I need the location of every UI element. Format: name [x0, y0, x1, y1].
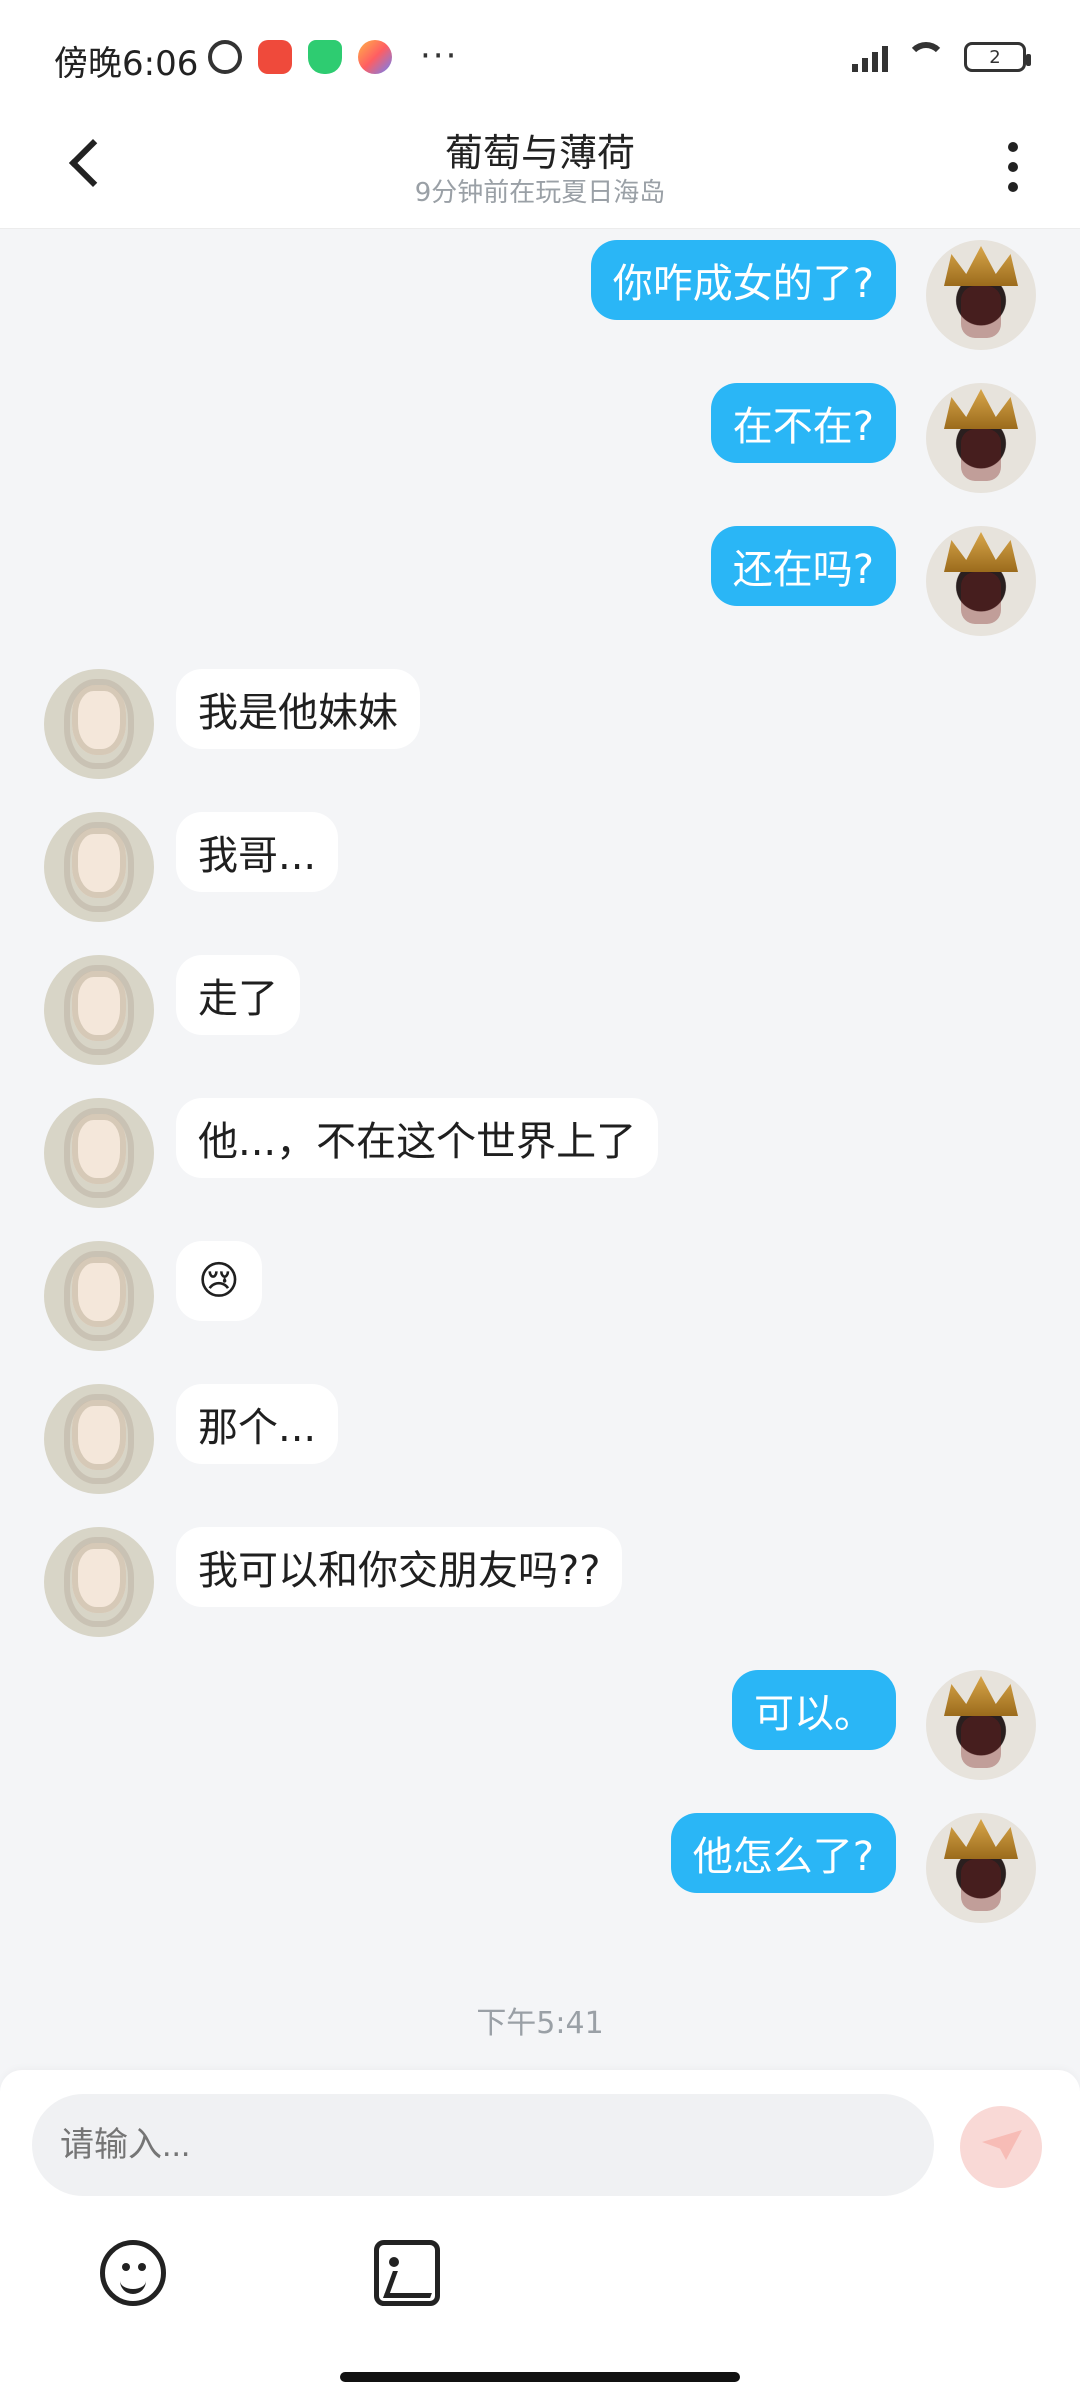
chat-message: 😢 [0, 1241, 1080, 1351]
message-bubble[interactable]: 我可以和你交朋友吗?? [176, 1527, 623, 1607]
message-bubble[interactable]: 我哥... [176, 812, 339, 892]
contact-avatar-icon[interactable] [44, 1527, 154, 1637]
message-bubble[interactable]: 他...，不在这个世界上了 [176, 1098, 659, 1178]
chat-message: 在不在? [0, 383, 1080, 493]
chat-message: 他怎么了? [0, 1813, 1080, 1923]
message-bubble[interactable]: 走了 [176, 955, 300, 1035]
message-bubble[interactable]: 可以。 [732, 1670, 896, 1750]
chat-message: 还在吗? [0, 526, 1080, 636]
chat-message: 他...，不在这个世界上了 [0, 1098, 1080, 1208]
user-avatar-icon[interactable] [926, 240, 1036, 350]
game-center-icon [358, 40, 392, 74]
chat-message: 可以。 [0, 1670, 1080, 1780]
status-time: 傍晚6:06 [54, 44, 199, 84]
message-bubble[interactable]: 😢 [176, 1241, 262, 1321]
chat-message: 我是他妹妹 [0, 669, 1080, 779]
battery-level: 2 [989, 46, 1001, 68]
user-avatar-icon[interactable] [926, 383, 1036, 493]
contact-avatar-icon[interactable] [44, 669, 154, 779]
home-indicator[interactable] [340, 2372, 740, 2382]
kebab-menu-icon[interactable] [1002, 138, 1026, 198]
chat-timestamp: 下午5:41 [476, 2006, 604, 2041]
user-avatar-icon[interactable] [926, 1813, 1036, 1923]
chat-message: 我哥... [0, 812, 1080, 922]
alarm-icon [208, 40, 242, 74]
emoji-icon[interactable] [100, 2240, 166, 2306]
chat-message: 你咋成女的了? [0, 240, 1080, 350]
status-left-icons [208, 40, 392, 74]
message-bubble[interactable]: 你咋成女的了? [590, 240, 896, 320]
message-bubble[interactable]: 在不在? [710, 383, 896, 463]
status-right-icons: 2 [852, 42, 1031, 72]
chat-message: 走了 [0, 955, 1080, 1065]
contact-avatar-icon[interactable] [44, 812, 154, 922]
message-bubble[interactable]: 还在吗? [710, 526, 896, 606]
user-avatar-icon[interactable] [926, 1670, 1036, 1780]
chat-header: 葡萄与薄荷 9分钟前在玩夏日海岛 [0, 120, 1080, 229]
signal-hd-icon [852, 42, 888, 72]
composer [0, 2070, 1080, 2400]
message-bubble[interactable]: 他怎么了? [670, 1813, 896, 1893]
send-icon[interactable] [960, 2106, 1042, 2188]
contact-avatar-icon[interactable] [44, 1241, 154, 1351]
message-bubble[interactable]: 那个... [176, 1384, 339, 1464]
contact-avatar-icon[interactable] [44, 1384, 154, 1494]
contact-avatar-icon[interactable] [44, 1098, 154, 1208]
security-shield-icon [308, 40, 342, 74]
contact-avatar-icon[interactable] [44, 955, 154, 1065]
user-avatar-icon[interactable] [926, 526, 1036, 636]
notification-app-icon [258, 40, 292, 74]
message-bubble[interactable]: 我是他妹妹 [176, 669, 420, 749]
battery-icon: 2 [964, 42, 1031, 72]
page-subtitle: 9分钟前在玩夏日海岛 [414, 178, 666, 208]
chat-list: 你咋成女的了? 在不在? 还在吗? 我是他妹妹 我哥... 走了 他...，不在… [0, 230, 1080, 2070]
status-bar: 傍晚6:06 ··· 2 [0, 0, 1080, 120]
wifi-icon [906, 42, 946, 72]
page-title: 葡萄与薄荷 [444, 131, 635, 175]
status-more-icon: ··· [420, 36, 459, 76]
chat-message: 那个... [0, 1384, 1080, 1494]
image-icon[interactable] [374, 2240, 440, 2306]
message-input[interactable] [32, 2094, 934, 2196]
chat-message: 我可以和你交朋友吗?? [0, 1527, 1080, 1637]
